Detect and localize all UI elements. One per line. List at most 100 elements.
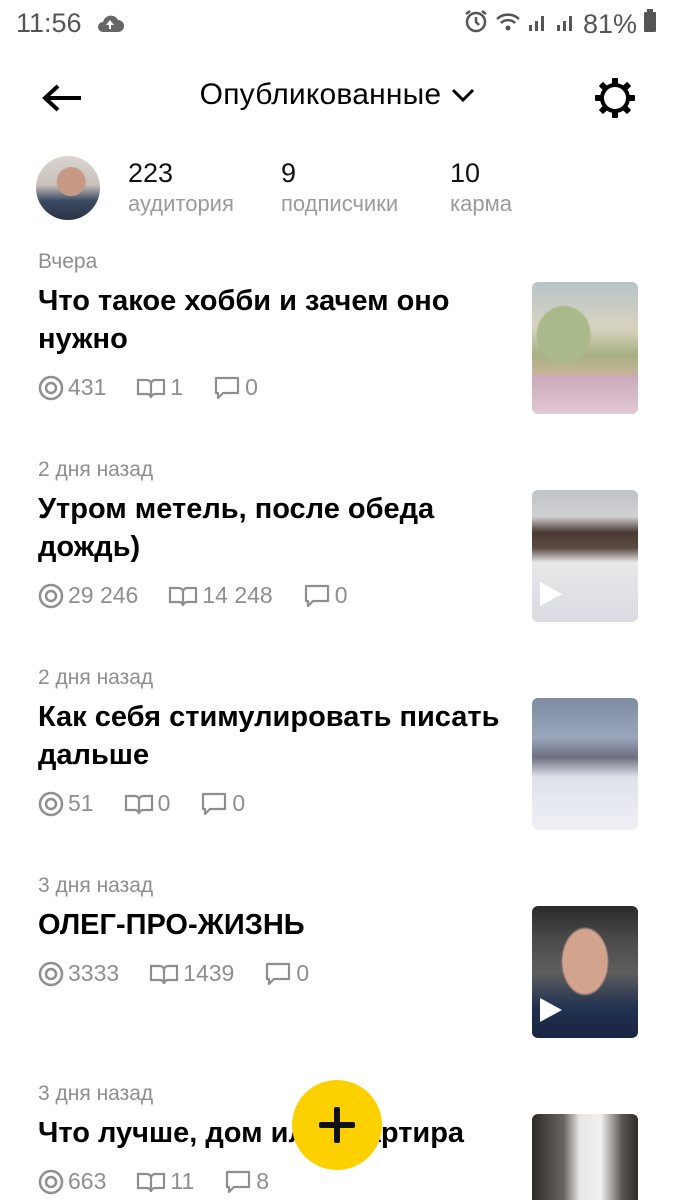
stat-value: 10 bbox=[450, 158, 481, 188]
post-stats: 431 1 0 bbox=[38, 374, 288, 401]
comments-count: 0 bbox=[296, 960, 310, 986]
page-title: Опубликованные bbox=[199, 78, 442, 111]
eye-icon bbox=[38, 375, 64, 400]
reads-stat: 11 bbox=[136, 1168, 194, 1195]
reads-count: 1 bbox=[170, 374, 184, 400]
views-count: 29 246 bbox=[68, 582, 139, 608]
views-count: 431 bbox=[68, 374, 107, 400]
post-thumbnail[interactable] bbox=[532, 490, 638, 622]
gear-icon bbox=[595, 78, 635, 118]
battery-icon bbox=[643, 9, 657, 40]
comments-stat: 0 bbox=[200, 790, 245, 817]
views-stat: 3333 bbox=[38, 960, 119, 987]
post-item[interactable]: 2 дня назад Утром метель, после обеда до… bbox=[0, 458, 675, 622]
post-date: 2 дня назад bbox=[38, 666, 154, 689]
post-thumbnail[interactable] bbox=[532, 282, 638, 414]
views-stat: 51 bbox=[38, 790, 94, 817]
chevron-down-icon bbox=[452, 88, 475, 103]
status-icons: 81% bbox=[463, 8, 657, 41]
profile-stats: 223 аудитория 9 подписчики 10 карма bbox=[36, 156, 636, 222]
comment-icon bbox=[304, 584, 329, 607]
post-date: 2 дня назад bbox=[38, 458, 154, 481]
comments-count: 0 bbox=[334, 582, 348, 608]
status-time: 11:56 bbox=[16, 8, 82, 38]
book-icon bbox=[150, 964, 179, 984]
book-icon bbox=[137, 1172, 166, 1192]
play-icon bbox=[540, 998, 562, 1022]
settings-button[interactable] bbox=[593, 76, 637, 120]
wifi-icon bbox=[495, 9, 521, 40]
stat-subscribers: 9 подписчики bbox=[281, 158, 398, 217]
post-stats: 3333 1439 0 bbox=[38, 960, 339, 987]
comments-stat: 8 bbox=[224, 1168, 269, 1195]
post-title[interactable]: Что такое хобби и зачем оно нужно bbox=[38, 282, 513, 358]
post-thumbnail[interactable] bbox=[532, 906, 638, 1038]
cloud-upload-icon bbox=[96, 12, 124, 39]
post-thumbnail[interactable] bbox=[532, 1114, 638, 1200]
reads-count: 14 248 bbox=[202, 582, 273, 608]
comments-count: 8 bbox=[256, 1168, 270, 1194]
reads-count: 11 bbox=[170, 1168, 195, 1194]
reads-stat: 1439 bbox=[149, 960, 234, 987]
eye-icon bbox=[38, 1169, 64, 1194]
eye-icon bbox=[38, 791, 64, 816]
stat-label: подписчики bbox=[281, 191, 399, 216]
stat-label: аудитория bbox=[128, 191, 234, 216]
stat-value: 9 bbox=[281, 158, 297, 188]
plus-icon bbox=[319, 1107, 355, 1143]
header: Опубликованные bbox=[0, 68, 675, 132]
post-item[interactable]: Вчера Что такое хобби и зачем оно нужно … bbox=[0, 250, 675, 414]
book-icon bbox=[124, 794, 153, 814]
eye-icon bbox=[38, 583, 64, 608]
reads-stat: 0 bbox=[124, 790, 171, 817]
reads-count: 1439 bbox=[183, 960, 235, 986]
comment-icon bbox=[226, 1170, 251, 1193]
comments-stat: 0 bbox=[264, 960, 309, 987]
comments-stat: 0 bbox=[303, 582, 348, 609]
stat-audience: 223 аудитория bbox=[128, 158, 234, 217]
post-item[interactable]: 3 дня назад ОЛЕГ-ПРО-ЖИЗНЬ 3333 1439 0 bbox=[0, 874, 675, 1038]
comment-icon bbox=[215, 376, 240, 399]
comment-icon bbox=[202, 792, 227, 815]
post-date: Вчера bbox=[38, 250, 98, 273]
views-stat: 29 246 bbox=[38, 582, 138, 609]
stat-label: карма bbox=[450, 191, 512, 216]
signal-icon bbox=[527, 9, 549, 40]
play-icon bbox=[540, 582, 562, 606]
reads-stat: 1 bbox=[136, 374, 183, 401]
reads-count: 0 bbox=[157, 790, 171, 816]
post-title[interactable]: Как себя стимулировать писать дальше bbox=[38, 698, 513, 774]
views-stat: 663 bbox=[38, 1168, 106, 1195]
create-post-button[interactable] bbox=[292, 1080, 382, 1170]
status-bar: 11:56 81% bbox=[0, 0, 675, 48]
comment-icon bbox=[266, 962, 291, 985]
stat-karma: 10 карма bbox=[450, 158, 512, 217]
book-icon bbox=[169, 586, 198, 606]
filter-dropdown[interactable]: Опубликованные bbox=[0, 78, 675, 112]
comments-count: 0 bbox=[232, 790, 246, 816]
post-date: 3 дня назад bbox=[38, 874, 154, 897]
post-stats: 51 0 0 bbox=[38, 790, 275, 817]
post-item[interactable]: 2 дня назад Как себя стимулировать писат… bbox=[0, 666, 675, 830]
views-stat: 431 bbox=[38, 374, 106, 401]
post-title[interactable]: ОЛЕГ-ПРО-ЖИЗНЬ bbox=[38, 906, 513, 944]
eye-icon bbox=[38, 961, 64, 986]
reads-stat: 14 248 bbox=[168, 582, 273, 609]
post-stats: 29 246 14 248 0 bbox=[38, 582, 378, 609]
views-count: 3333 bbox=[68, 960, 120, 986]
views-count: 51 bbox=[68, 790, 94, 816]
stat-value: 223 bbox=[128, 158, 174, 188]
book-icon bbox=[137, 378, 166, 398]
comments-stat: 0 bbox=[213, 374, 258, 401]
avatar[interactable] bbox=[36, 156, 100, 220]
post-title[interactable]: Утром метель, после обеда дождь) bbox=[38, 490, 513, 566]
battery-text: 81% bbox=[582, 9, 637, 39]
views-count: 663 bbox=[68, 1168, 107, 1194]
comments-count: 0 bbox=[245, 374, 258, 400]
signal-icon-2 bbox=[555, 9, 577, 40]
post-stats: 663 11 8 bbox=[38, 1168, 299, 1195]
alarm-icon bbox=[463, 8, 489, 41]
post-thumbnail[interactable] bbox=[532, 698, 638, 830]
post-date: 3 дня назад bbox=[38, 1082, 154, 1105]
post-title[interactable]: Что лучше, дом или квартира bbox=[38, 1114, 513, 1152]
